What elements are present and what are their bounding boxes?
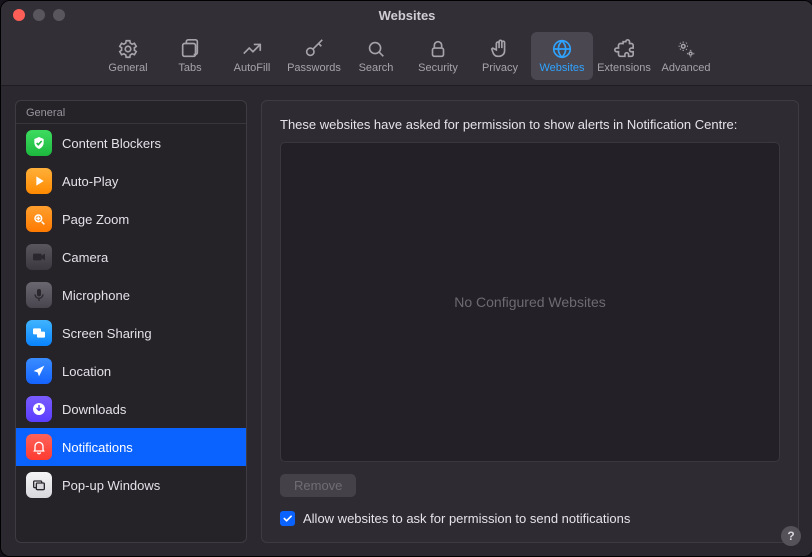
puzzle-icon [613,38,635,60]
sidebar-item-label: Content Blockers [62,136,161,151]
windows-icon [26,472,52,498]
sidebar-item-page-zoom[interactable]: Page Zoom [16,200,246,238]
minimize-window-button[interactable] [33,9,45,21]
screens-icon [26,320,52,346]
allow-permission-checkbox[interactable]: Allow websites to ask for permission to … [280,511,780,526]
tabs-icon [179,38,201,60]
preferences-window: Websites General Tabs AutoFill Passwords… [0,0,812,557]
close-window-button[interactable] [13,9,25,21]
gears-icon [675,38,697,60]
tab-label: Websites [539,62,584,74]
tab-label: Tabs [178,62,201,74]
checkbox-label: Allow websites to ask for permission to … [303,511,630,526]
sidebar-item-location[interactable]: Location [16,352,246,390]
help-button[interactable]: ? [781,526,801,546]
tab-search[interactable]: Search [345,32,407,80]
toolbar: General Tabs AutoFill Passwords Search S… [1,29,812,86]
lock-icon [427,38,449,60]
sidebar-item-label: Notifications [62,440,133,455]
sidebar-item-auto-play[interactable]: Auto-Play [16,162,246,200]
tab-general[interactable]: General [97,32,159,80]
description-text: These websites have asked for permission… [280,117,780,132]
titlebar: Websites [1,1,812,29]
sidebar-item-label: Camera [62,250,108,265]
sidebar-item-content-blockers[interactable]: Content Blockers [16,124,246,162]
download-icon [26,396,52,422]
sidebar-section-header: General [16,101,246,124]
content-pane: These websites have asked for permission… [261,100,799,543]
sidebar-item-label: Auto-Play [62,174,118,189]
gear-icon [117,38,139,60]
shield-check-icon [26,130,52,156]
tab-websites[interactable]: Websites [531,32,593,80]
empty-state-text: No Configured Websites [454,294,605,310]
sidebar-item-label: Pop-up Windows [62,478,160,493]
sidebar: General Content Blockers Auto-Play Page … [15,100,247,543]
tab-tabs[interactable]: Tabs [159,32,221,80]
window-controls [1,9,65,21]
play-icon [26,168,52,194]
tab-advanced[interactable]: Advanced [655,32,717,80]
sidebar-item-notifications[interactable]: Notifications [16,428,246,466]
tab-privacy[interactable]: Privacy [469,32,531,80]
search-icon [365,38,387,60]
remove-button[interactable]: Remove [280,474,356,497]
sidebar-item-microphone[interactable]: Microphone [16,276,246,314]
zoom-window-button[interactable] [53,9,65,21]
tab-extensions[interactable]: Extensions [593,32,655,80]
tab-security[interactable]: Security [407,32,469,80]
sidebar-list[interactable]: Content Blockers Auto-Play Page Zoom Cam… [16,124,246,542]
sidebar-item-label: Downloads [62,402,126,417]
camera-icon [26,244,52,270]
sidebar-item-label: Page Zoom [62,212,129,227]
tab-label: Privacy [482,62,518,74]
sidebar-item-label: Location [62,364,111,379]
autofill-icon [241,38,263,60]
tab-passwords[interactable]: Passwords [283,32,345,80]
tab-label: Advanced [662,62,711,74]
sidebar-item-screen-sharing[interactable]: Screen Sharing [16,314,246,352]
window-title: Websites [1,8,812,23]
bell-icon [26,434,52,460]
location-arrow-icon [26,358,52,384]
sidebar-item-label: Screen Sharing [62,326,152,341]
checkbox-checked-icon [280,511,295,526]
tab-autofill[interactable]: AutoFill [221,32,283,80]
tab-label: Passwords [287,62,341,74]
hand-icon [489,38,511,60]
controls: Remove Allow websites to ask for permiss… [280,474,780,526]
zoom-icon [26,206,52,232]
sidebar-item-downloads[interactable]: Downloads [16,390,246,428]
tab-label: Extensions [597,62,651,74]
key-icon [303,38,325,60]
globe-icon [551,38,573,60]
sidebar-item-popup-windows[interactable]: Pop-up Windows [16,466,246,504]
tab-label: General [108,62,147,74]
tab-label: AutoFill [234,62,271,74]
websites-listbox[interactable]: No Configured Websites [280,142,780,462]
body: General Content Blockers Auto-Play Page … [1,86,812,557]
tab-label: Security [418,62,458,74]
sidebar-item-label: Microphone [62,288,130,303]
tab-label: Search [359,62,394,74]
sidebar-item-camera[interactable]: Camera [16,238,246,276]
microphone-icon [26,282,52,308]
